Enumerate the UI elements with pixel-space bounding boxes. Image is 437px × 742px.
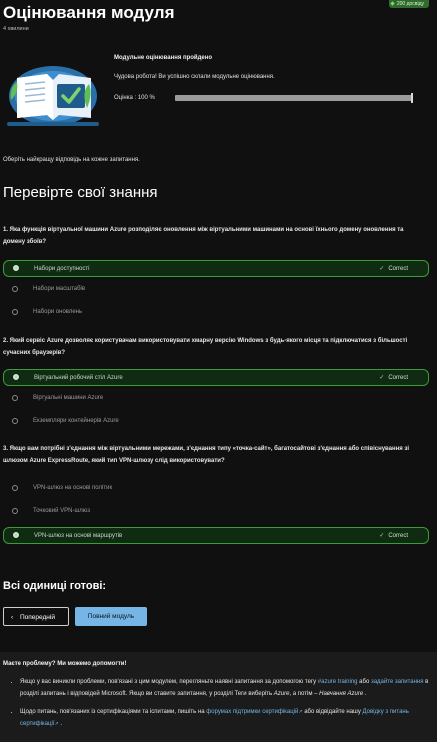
option-label: Віртуальний робочий стіл Azure [34, 375, 123, 381]
option-label: Набори доступності [34, 266, 90, 272]
chevron-left-icon: ‹ [11, 614, 14, 621]
q3-option-1[interactable]: VPN-шлюз на основі політик [3, 480, 429, 497]
option-label: Набори масштабів [33, 286, 86, 292]
help-list: Якщо у вас виникли проблеми, пов'язані з… [8, 676, 437, 736]
q3-option-2[interactable]: Точковий VPN-шлюз [3, 503, 429, 520]
score-progress-bar [175, 95, 413, 101]
question-1: 1. Яка функція віртуальної машини Azure … [3, 227, 404, 245]
q2-option-3[interactable]: Екземпляри контейнерів Azure [3, 413, 429, 430]
section-title: Перевірте свої знання [3, 184, 158, 201]
help-item-2: Щодо питань, пов'язаних із сертифікаціям… [20, 706, 437, 730]
q2-option-1[interactable]: Віртуальний робочий стіл Azure ✓ Correct [3, 369, 429, 386]
check-icon: ✓ [379, 375, 385, 381]
xp-badge: 200 досвіду [388, 0, 429, 8]
page-title: Оцінювання модуля [3, 3, 175, 22]
duration-text: 4 хвилини [3, 26, 29, 32]
radio-icon [12, 485, 18, 491]
radio-selected-icon [13, 265, 19, 271]
result-message: Чудова робота! Ви успішно склали модульн… [114, 74, 275, 80]
radio-icon [12, 395, 18, 401]
option-label: Набори оновлень [33, 309, 83, 315]
score-progress-fill [175, 95, 413, 101]
units-done-heading: Всі одиниці готові: [3, 580, 107, 592]
ask-question-link[interactable]: задайте запитання [371, 679, 424, 685]
radio-selected-icon [13, 532, 19, 538]
q1-option-1[interactable]: Набори доступності ✓ Correct [3, 260, 429, 277]
help-section: Маєте проблему? Ми можемо допомогти! Якщ… [0, 652, 437, 742]
question-2: 2. Який сервіс Azure дозволяє користувач… [3, 338, 408, 356]
correct-tag: ✓ Correct [379, 375, 408, 381]
option-label: Екземпляри контейнерів Azure [33, 418, 119, 424]
option-label: VPN-шлюз на основі політик [33, 485, 113, 491]
book-checkmark-illustration [7, 66, 99, 126]
correct-tag: ✓ Correct [379, 533, 408, 539]
score-progress-marker [411, 93, 413, 103]
full-module-button[interactable]: Повний модуль [75, 607, 147, 626]
radio-selected-icon [13, 374, 19, 380]
help-item-1: Якщо у вас виникли проблеми, пов'язані з… [20, 676, 437, 700]
check-icon: ✓ [379, 533, 385, 539]
option-label: Віртуальні машини Azure [33, 395, 104, 401]
correct-tag: ✓ Correct [379, 266, 408, 272]
q3-option-3[interactable]: VPN-шлюз на основі маршрутів ✓ Correct [3, 527, 429, 544]
q2-option-2[interactable]: Віртуальні машини Azure [3, 390, 429, 407]
radio-icon [12, 309, 18, 315]
radio-icon [12, 418, 18, 424]
instruction-text: Оберіть найкращу відповідь на кожне запи… [3, 157, 140, 163]
radio-icon [12, 508, 18, 514]
option-label: VPN-шлюз на основі маршрутів [34, 533, 123, 539]
certification-forums-link[interactable]: форумах підтримки сертифікацій [206, 709, 298, 715]
check-icon: ✓ [379, 266, 385, 272]
previous-button[interactable]: ‹ Попередній [3, 607, 69, 626]
option-label: Точковий VPN-шлюз [33, 508, 91, 514]
previous-button-label: Попередній [20, 614, 55, 621]
question-3: 3. Якщо вам потрібні з'єднання між вірту… [3, 446, 410, 464]
azure-training-tag-link[interactable]: #azure training [318, 679, 358, 685]
score-label: Оцінка : 100 % [114, 95, 155, 101]
result-heading: Модульне оцінювання пройдено [114, 55, 213, 61]
radio-icon [12, 286, 18, 292]
q1-option-3[interactable]: Набори оновлень [3, 304, 429, 321]
help-title: Маєте проблему? Ми можемо допомогти! [3, 661, 127, 667]
q1-option-2[interactable]: Набори масштабів [3, 281, 429, 298]
